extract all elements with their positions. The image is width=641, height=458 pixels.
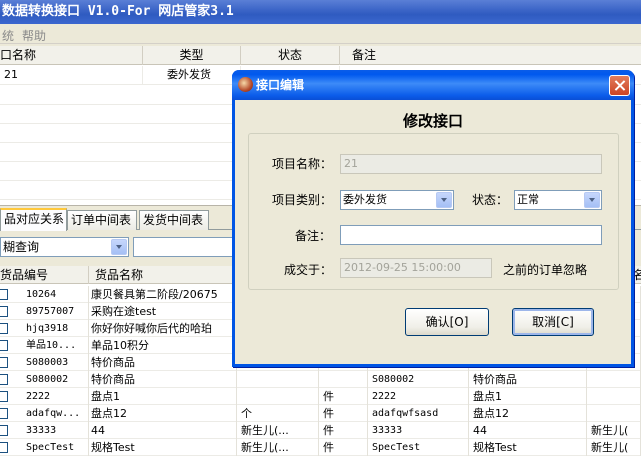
status-select[interactable]: 正常 — [514, 190, 602, 210]
tab-order-middle[interactable]: 订单中间表 — [67, 210, 137, 230]
cell-product-name: 规格Test — [89, 439, 237, 456]
table-row[interactable]: adafqw... 盘点12 个件 adafqwfsasd 盘点12 — [0, 405, 641, 422]
cell-mapped-name: 规格Test — [469, 439, 587, 456]
cell-extra: 新生儿( — [587, 422, 641, 439]
cell-extra — [587, 371, 641, 388]
close-icon[interactable] — [609, 75, 630, 96]
name-field[interactable]: 21 — [340, 154, 602, 174]
tab-product-mapping[interactable]: 品对应关系 — [0, 208, 67, 231]
type-label: 项目类别： — [272, 193, 333, 207]
cell-extra: 新生儿( — [587, 439, 641, 456]
status-label: 状态： — [472, 193, 509, 207]
cell-product-name: 特价商品 — [89, 371, 237, 388]
table-row[interactable]: 2222 盘点1 件 2222 盘点1 — [0, 388, 641, 405]
cell-product-name: 康贝餐具第二阶段/20675 — [89, 286, 237, 303]
cell-mapped-code: adafqwfsasd — [368, 405, 469, 422]
cell-product-name: 盘点1 — [89, 388, 237, 405]
cell-extra — [587, 388, 641, 405]
deal-date-label: 成交于： — [284, 263, 333, 277]
cell-product-code: 33333 — [0, 422, 89, 439]
col-header-status[interactable]: 状态 — [241, 46, 340, 65]
table-row[interactable]: 33333 44 新生儿(... 件 33333 44 新生儿( — [0, 422, 641, 439]
cell-product-code: S080003 — [0, 354, 89, 371]
remark-field[interactable] — [340, 225, 602, 245]
cell-unit: 件 — [319, 422, 368, 439]
cell-mapped-name: 盘点12 — [469, 405, 587, 422]
cell-product-name: 你好你好喊你后代的哈珀 — [89, 320, 237, 337]
menu-help[interactable]: 帮助 — [22, 27, 46, 44]
col-header-type[interactable]: 类型 — [143, 46, 241, 65]
window-title: 数据转换接口 V1.0-For 网店管家3.1 — [0, 0, 641, 24]
cell-mapped-name: 44 — [469, 422, 587, 439]
col-header-remark[interactable]: 备注 — [340, 46, 641, 65]
cell-product-name: 单品10积分 — [89, 337, 237, 354]
cell-product-code: 2222 — [0, 388, 89, 405]
cell-extra — [587, 405, 641, 422]
cell-product-code: 89757007 — [0, 303, 89, 320]
query-mode-value: 糊查询 — [3, 240, 40, 254]
cell-spec: 新生儿(... — [237, 422, 319, 439]
cell-product-code: 10264 — [0, 286, 89, 303]
col-header-product-code[interactable]: 货品编号 — [0, 266, 89, 284]
cell-product-code: adafqw... — [0, 405, 89, 422]
cell-mapped-code: 33333 — [368, 422, 469, 439]
col-header-name[interactable]: 口名称 — [0, 46, 143, 65]
remark-label: 备注： — [295, 229, 332, 243]
cell-product-name: 44 — [89, 422, 237, 439]
cell-product-name: 采购在途test — [89, 303, 237, 320]
cell-unit: 件 — [319, 405, 368, 422]
tab-shipment-middle[interactable]: 发货中间表 — [139, 210, 209, 230]
cell-mapped-code: SpecTest — [368, 439, 469, 456]
chevron-down-icon[interactable] — [584, 192, 600, 208]
type-select[interactable]: 委外发货 — [340, 190, 454, 210]
table-row[interactable]: S080002 特价商品 S080002 特价商品 — [0, 371, 641, 388]
cell-mapped-code: 2222 — [368, 388, 469, 405]
type-select-value: 委外发货 — [343, 193, 387, 206]
cell-product-name: 特价商品 — [89, 354, 237, 371]
cancel-button[interactable]: 取消[C] — [512, 308, 594, 336]
search-input[interactable] — [133, 237, 243, 257]
query-mode-select[interactable]: 糊查询 — [0, 237, 129, 257]
interface-grid-header: 口名称 类型 状态 备注 — [0, 46, 641, 65]
cell-product-name: 盘点12 — [89, 405, 237, 422]
cell-unit: 件 — [319, 439, 368, 456]
menu-bar: 统 帮助 — [0, 24, 641, 44]
cell-product-code: hjq3918 — [0, 320, 89, 337]
cell-type: 委外发货 — [143, 66, 241, 84]
cell-mapped-code: S080002 — [368, 371, 469, 388]
cell-spec — [237, 371, 319, 388]
cell-unit — [319, 371, 368, 388]
cell-mapped-name: 盘点1 — [469, 388, 587, 405]
chevron-down-icon[interactable] — [436, 192, 452, 208]
cell-product-code: SpecTest — [0, 439, 89, 456]
cell-spec: 个 — [237, 405, 319, 422]
cell-mapped-name: 特价商品 — [469, 371, 587, 388]
deal-date-suffix: 之前的订单忽略 — [503, 263, 588, 277]
edit-interface-dialog: 接口编辑 修改接口 项目名称： 21 项目类别： 委外发货 状态： 正常 备注：… — [232, 70, 634, 367]
table-row[interactable]: SpecTest 规格Test 新生儿(... 件 SpecTest 规格Test 新生儿( — [0, 439, 641, 456]
dialog-title: 接口编辑 — [256, 78, 305, 92]
deal-date-field[interactable]: 2012-09-25 15:00:00 — [340, 258, 492, 278]
status-select-value: 正常 — [517, 193, 539, 206]
cell-spec: 新生儿(... — [237, 439, 319, 456]
dialog-titlebar: 接口编辑 — [232, 70, 634, 100]
app-icon — [238, 77, 253, 92]
cell-spec — [237, 388, 319, 405]
cell-product-code: S080002 — [0, 371, 89, 388]
cell-product-code: 单品10... — [0, 337, 89, 354]
cell-name: 21 — [0, 66, 143, 84]
dialog-heading: 修改接口 — [402, 112, 463, 130]
cell-unit: 件 — [319, 388, 368, 405]
chevron-down-icon[interactable] — [111, 239, 127, 255]
name-label: 项目名称： — [272, 157, 333, 171]
confirm-button[interactable]: 确认[O] — [405, 308, 489, 336]
menu-system[interactable]: 统 — [2, 27, 14, 44]
col-header-product-name[interactable]: 货品名称 — [89, 266, 237, 284]
